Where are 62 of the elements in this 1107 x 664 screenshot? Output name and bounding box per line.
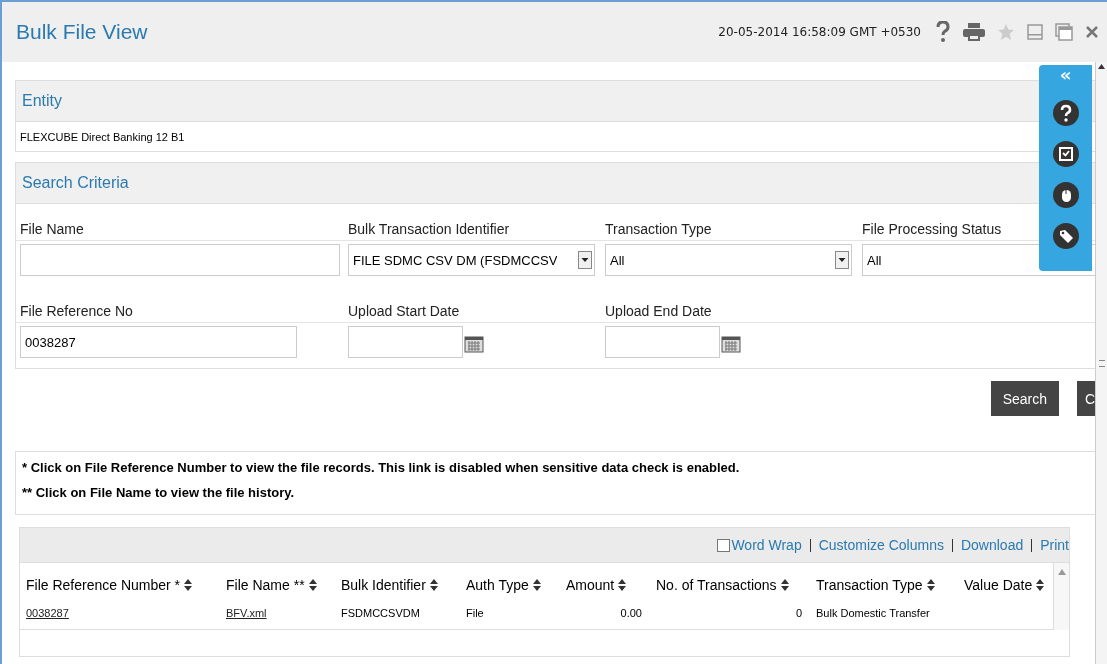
date-field[interactable] bbox=[605, 326, 720, 358]
toolbar-link[interactable]: Download bbox=[960, 537, 1024, 553]
column-header[interactable]: Value Date bbox=[964, 577, 1033, 593]
table-cell: 0.00 bbox=[620, 607, 642, 619]
calendar-icon[interactable] bbox=[464, 335, 484, 353]
toolbar-link[interactable]: Print bbox=[1040, 537, 1069, 553]
field-label: Upload Start Date bbox=[348, 303, 460, 319]
action-button[interactable]: C bbox=[1077, 381, 1095, 416]
date-field[interactable] bbox=[348, 326, 463, 358]
text-field[interactable]: 0038287 bbox=[20, 326, 297, 358]
word-wrap-checkbox[interactable]: Word Wrap bbox=[717, 537, 802, 553]
scroll-up-icon[interactable] bbox=[1098, 64, 1105, 69]
sort-icon[interactable] bbox=[780, 579, 789, 591]
cell-link[interactable]: 0038287 bbox=[26, 607, 69, 619]
column-header[interactable]: Bulk Identifier bbox=[341, 577, 426, 593]
table-cell: File bbox=[466, 607, 484, 619]
scrollbar[interactable] bbox=[1053, 563, 1069, 630]
sort-icon[interactable] bbox=[926, 579, 935, 591]
column-header[interactable]: Auth Type bbox=[466, 577, 529, 593]
table-cell: 0 bbox=[795, 607, 802, 619]
column-header[interactable]: File Name ** bbox=[226, 577, 305, 593]
table-cell: FSDMCCSVDM bbox=[341, 607, 420, 619]
help-icon[interactable] bbox=[1052, 100, 1079, 126]
sort-icon[interactable] bbox=[618, 579, 627, 591]
table-cell: Bulk Domestic Transfer bbox=[816, 607, 930, 619]
field-label: File Processing Status bbox=[862, 221, 1002, 237]
tag-icon[interactable] bbox=[1052, 223, 1079, 249]
field-label: File Reference No bbox=[20, 303, 133, 319]
column-header[interactable]: Transaction Type bbox=[816, 577, 923, 593]
window-title: Bulk File View bbox=[16, 20, 148, 44]
sort-icon[interactable] bbox=[532, 579, 541, 591]
sort-icon[interactable] bbox=[1036, 579, 1045, 591]
field-label: Bulk Transaction Identifier bbox=[348, 221, 510, 237]
print-icon[interactable] bbox=[963, 23, 985, 41]
dropdown[interactable]: FILE SDMC CSV DM (FSDMCCSV bbox=[348, 244, 595, 276]
entity-name: FLEXCUBE Direct Banking 12 B1 bbox=[20, 130, 185, 143]
text-field[interactable] bbox=[20, 244, 340, 276]
checklist-icon[interactable] bbox=[1052, 141, 1079, 167]
toolbar-link[interactable]: Customize Columns bbox=[818, 537, 944, 553]
timestamp: 20-05-2014 16:58:09 GMT +0530 bbox=[718, 25, 921, 39]
column-header[interactable]: File Reference Number * bbox=[26, 577, 181, 593]
note-text: * Click on File Reference Number to view the file records. This link is disabled when sensitive data check is enabled. bbox=[22, 460, 741, 475]
close-icon[interactable] bbox=[1085, 25, 1099, 39]
column-header[interactable]: Amount bbox=[566, 577, 615, 593]
sort-icon[interactable] bbox=[429, 579, 438, 591]
dropdown[interactable]: All bbox=[605, 244, 852, 276]
section-heading: Entity bbox=[22, 92, 62, 110]
column-header[interactable]: No. of Transactions bbox=[656, 577, 777, 593]
sort-icon[interactable] bbox=[308, 579, 317, 591]
field-label: Upload End Date bbox=[605, 303, 712, 319]
section-heading: Search Criteria bbox=[22, 174, 129, 192]
action-button[interactable]: Search bbox=[990, 381, 1059, 416]
note-text: ** Click on File Name to view the file history. bbox=[22, 485, 296, 500]
mouse-icon[interactable] bbox=[1052, 182, 1079, 208]
restore-icon[interactable] bbox=[1055, 23, 1073, 41]
field-label: Transaction Type bbox=[605, 221, 712, 237]
calendar-icon[interactable] bbox=[721, 335, 741, 353]
cell-link[interactable]: BFV.xml bbox=[226, 607, 267, 619]
scrollbar[interactable] bbox=[1095, 62, 1107, 664]
sort-icon[interactable] bbox=[184, 579, 193, 591]
field-label: File Name bbox=[20, 221, 84, 237]
star-icon[interactable] bbox=[997, 23, 1015, 41]
